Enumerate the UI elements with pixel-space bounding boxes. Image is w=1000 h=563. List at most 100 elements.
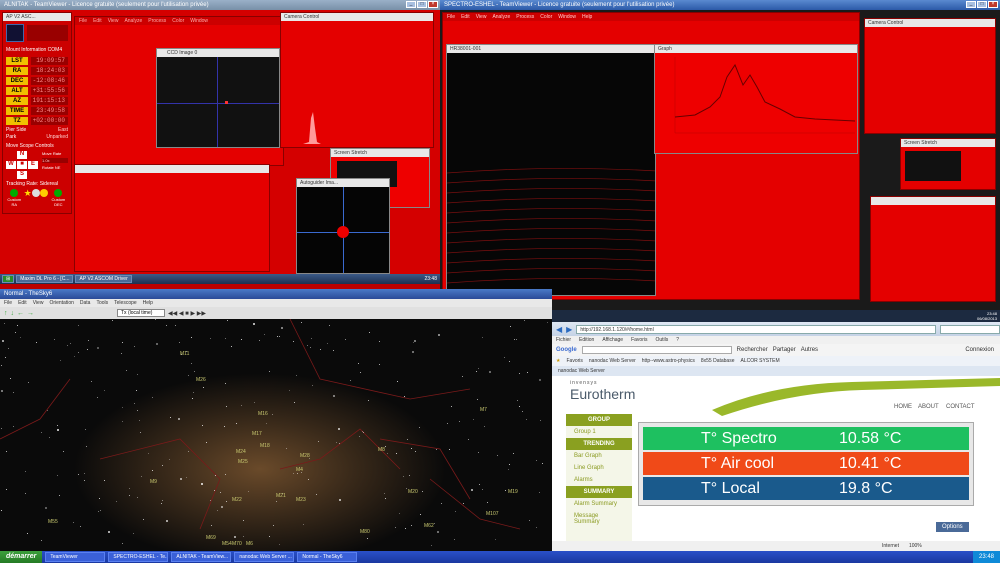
messier-label[interactable]: M16 (258, 411, 268, 417)
menu-telescope[interactable]: Telescope (114, 299, 137, 307)
track-lunar-button[interactable] (31, 189, 40, 207)
nav-contact[interactable]: CONTACT (946, 404, 975, 410)
messier-label[interactable]: M62 (424, 523, 434, 529)
browser-menu-item[interactable]: Favoris (631, 336, 647, 344)
menu-view[interactable]: View (33, 299, 44, 307)
messier-label[interactable]: M54 (222, 541, 232, 547)
messier-label[interactable]: M70 (232, 541, 242, 547)
back-icon[interactable]: ◀ (556, 325, 562, 334)
spectrum-image-window[interactable]: HR38001-001 (446, 44, 656, 296)
favorite-item[interactable]: http--www.astro-physics (642, 358, 695, 364)
messier-label[interactable]: M69 (206, 535, 216, 541)
nav-about[interactable]: ABOUT (918, 404, 939, 410)
toolbar-arrow-icon[interactable]: ↑ (4, 310, 8, 317)
sidebar-alarm-summary[interactable]: Alarm Summary (566, 498, 632, 510)
google-search-field[interactable] (581, 346, 732, 354)
spectro-screen-stretch-window[interactable]: Screen Stretch (900, 138, 996, 190)
menu-data[interactable]: Data (80, 299, 91, 307)
menu-tools[interactable]: Tools (96, 299, 108, 307)
south-button[interactable]: S (17, 171, 27, 179)
track-custom-dec-button[interactable]: Custom DEC (48, 189, 69, 207)
menu-help[interactable]: Help (143, 299, 153, 307)
sky-chart[interactable]: M11 M26 M16 M17 M18 M24 M25 M28 M22 M8 M20 M21 M23 M5… (0, 319, 552, 551)
thesky-titlebar[interactable]: Normal - TheSky6 (0, 289, 552, 299)
maximize-button[interactable]: □ (977, 1, 987, 8)
sidebar-line-graph[interactable]: Line Graph (566, 462, 632, 474)
messier-label[interactable]: M7 (480, 407, 487, 413)
messier-label[interactable]: M18 (260, 443, 270, 449)
spectro-camera-control-window[interactable]: Camera Control (864, 18, 996, 134)
taskbar-item-teamviewer[interactable]: TeamViewer (45, 552, 106, 562)
taskbar-item-alnitak[interactable]: ALNITAK - TeamView... (171, 552, 232, 562)
spectro-settings-window[interactable] (870, 196, 996, 302)
messier-label[interactable]: M55 (48, 519, 58, 525)
messier-label[interactable]: M19 (508, 489, 518, 495)
lower-left-window[interactable] (74, 164, 270, 272)
nav-home[interactable]: HOME (894, 404, 912, 410)
park-button[interactable]: Park (6, 134, 16, 140)
messier-label[interactable]: M6 (246, 541, 253, 547)
messier-label[interactable]: M8 (378, 447, 385, 453)
taskbar-item-thesky[interactable]: Normal - TheSky6 (297, 552, 358, 562)
close-button[interactable]: × (428, 1, 438, 8)
remote-taskbar-item[interactable]: Maxim DL Pro 6 - [C... (16, 275, 74, 283)
toolbar-arrow-icon[interactable]: → (27, 310, 34, 317)
taskbar-item-nanodac[interactable]: nanodac Web Server ... (234, 552, 295, 562)
time-field[interactable]: Tx (local time) (117, 309, 165, 317)
address-bar[interactable]: http://192.168.1.120/#/home.html (576, 324, 936, 334)
track-solar-button[interactable] (39, 189, 48, 207)
autoguider-window[interactable]: Autoguider Ima... (296, 178, 390, 274)
north-button[interactable]: N (17, 151, 27, 159)
remote-taskbar-item[interactable]: AP V2 ASCOM Driver (75, 275, 132, 283)
messier-label[interactable]: M25 (238, 459, 248, 465)
toolbar-arrow-icon[interactable]: ← (17, 310, 24, 317)
west-button[interactable]: W (6, 161, 16, 169)
menu-edit[interactable]: Edit (18, 299, 27, 307)
graph-window[interactable]: Graph (654, 44, 858, 154)
messier-label[interactable]: M11 (180, 351, 189, 357)
messier-label[interactable]: M80 (360, 529, 370, 535)
favorites-star-icon[interactable]: ★ (556, 358, 560, 364)
messier-label[interactable]: M107 (486, 511, 499, 517)
sidebar-alarms[interactable]: Alarms (566, 474, 632, 486)
options-button[interactable]: Options (936, 522, 969, 532)
sidebar-group-1[interactable]: Group 1 (566, 426, 632, 438)
browser-menu-item[interactable]: Affichage (602, 336, 623, 344)
browser-menu-item[interactable]: Fichier (556, 336, 571, 344)
remote-start-button[interactable]: ⊞ (2, 275, 15, 283)
messier-label[interactable]: M4 (296, 467, 303, 473)
spectro-titlebar[interactable]: SPECTRO-ESHEL - TeamViewer - Licence gra… (440, 0, 1000, 10)
alnitak-titlebar[interactable]: ALNITAK - TeamViewer - Licence gratuite … (0, 0, 440, 10)
minimize-button[interactable]: _ (406, 1, 416, 8)
messier-label[interactable]: M26 (196, 377, 206, 383)
mount-driver-panel[interactable]: AP V2 ASC... Mount Information COM4 LST 1… (2, 12, 72, 214)
favorite-item[interactable]: 8x55 Database (701, 358, 735, 364)
messier-label[interactable]: M23 (296, 497, 306, 503)
messier-label[interactable]: M24 (236, 449, 246, 455)
sidebar-message-summary[interactable]: Message Summary (566, 510, 632, 528)
close-button[interactable]: × (988, 1, 998, 8)
forward-icon[interactable]: ▶ (566, 325, 572, 334)
messier-label[interactable]: M20 (408, 489, 418, 495)
taskbar-item-spectro[interactable]: SPECTRO-ESHEL - Te... (108, 552, 169, 562)
menu-orientation[interactable]: Orientation (49, 299, 73, 307)
maximize-button[interactable]: □ (417, 1, 427, 8)
sidebar-bar-graph[interactable]: Bar Graph (566, 450, 632, 462)
more-button[interactable]: Autres (801, 347, 818, 353)
toolbar-arrow-icon[interactable]: ↓ (11, 310, 15, 317)
move-rate-select[interactable]: 1.0x (42, 158, 68, 163)
track-custom-ra-button[interactable]: Custom RA (5, 189, 24, 207)
search-box[interactable] (940, 324, 1000, 334)
ccd-image-window[interactable]: CCD Image 0 (156, 48, 280, 148)
zoom-level[interactable]: 100% (909, 541, 922, 551)
start-button[interactable]: démarrer (0, 551, 43, 563)
menu-file[interactable]: File (4, 299, 12, 307)
track-sidereal-button[interactable]: ★ (24, 189, 32, 207)
stop-button[interactable]: ■ (17, 161, 27, 169)
browser-tab[interactable]: nanodac Web Server (552, 366, 1000, 376)
rotate-toggle[interactable]: Rotate NE (42, 165, 68, 170)
messier-label[interactable]: M22 (232, 497, 242, 503)
messier-label[interactable]: M9 (150, 479, 157, 485)
browser-menu-item[interactable]: ? (676, 336, 679, 344)
camera-control-window[interactable]: Camera Control (280, 12, 434, 148)
